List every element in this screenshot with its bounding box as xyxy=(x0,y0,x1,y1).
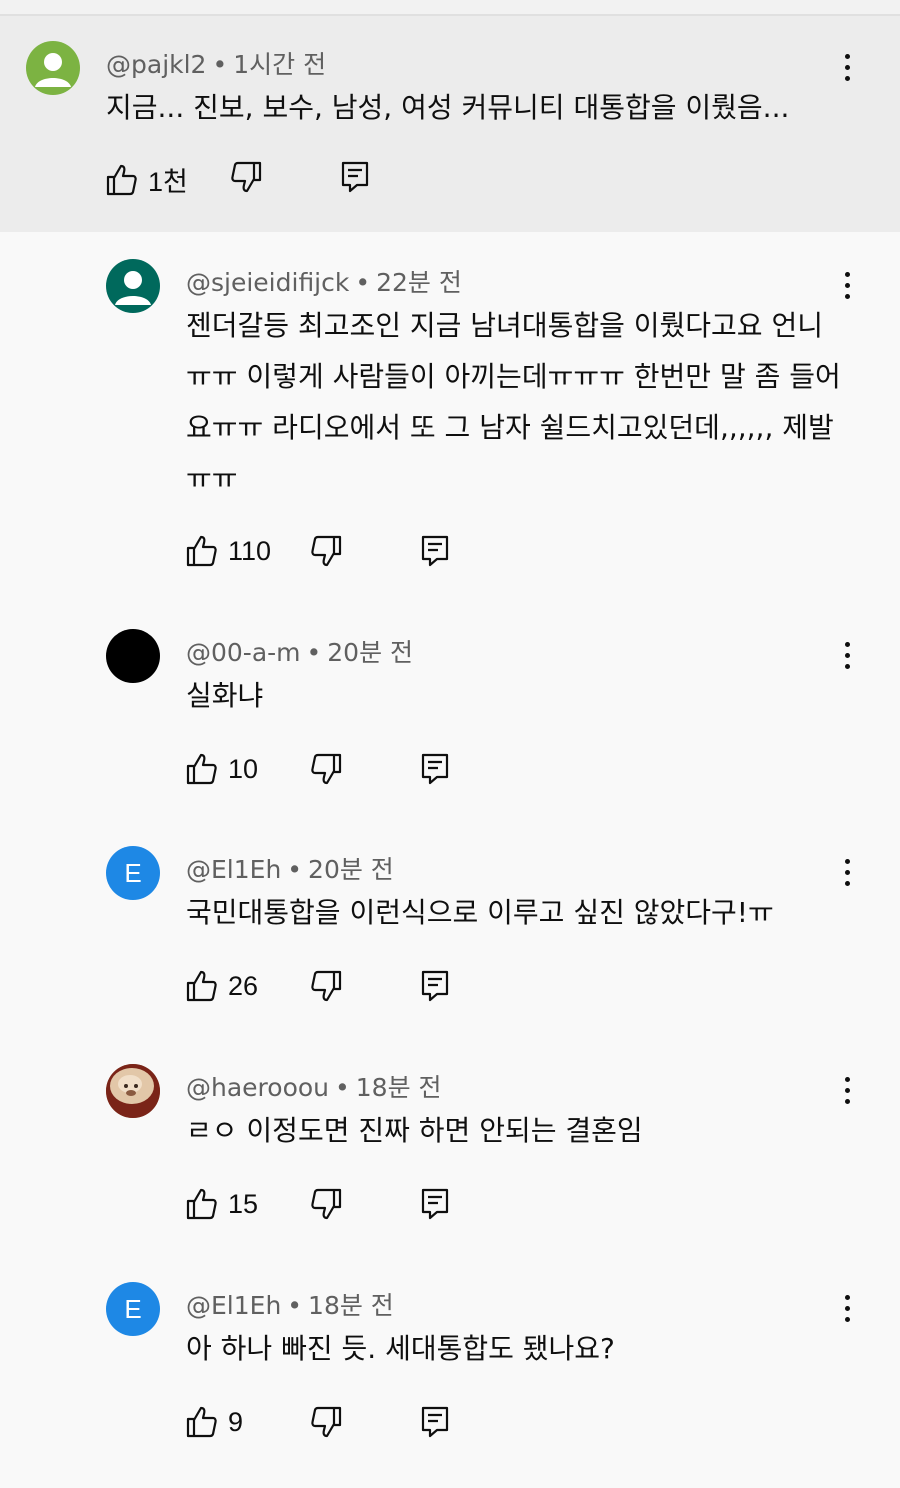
comment-meta: @El1Eh • 20분 전 xyxy=(186,855,394,884)
comment-actions: 110 xyxy=(186,534,486,574)
avatar-letter: E xyxy=(124,857,142,888)
dislike-button[interactable] xyxy=(310,1187,342,1221)
reply-button[interactable] xyxy=(340,160,370,194)
more-vertical-icon[interactable] xyxy=(832,1070,862,1110)
like-button[interactable]: 10 xyxy=(186,752,258,786)
timestamp[interactable]: 20분 전 xyxy=(308,855,394,884)
comment-text: 국민대통합을 이런식으로 이루고 싶진 않았다구!ㅠ xyxy=(186,896,774,929)
timestamp[interactable]: 18분 전 xyxy=(308,1291,394,1320)
comment-meta: @El1Eh • 18분 전 xyxy=(186,1291,394,1320)
username[interactable]: @haerooou xyxy=(186,1073,329,1102)
comment-actions: 26 xyxy=(186,969,486,1009)
avatar[interactable]: E xyxy=(106,846,160,900)
comment-meta: @00-a-m • 20분 전 xyxy=(186,638,414,667)
more-vertical-icon[interactable] xyxy=(832,47,862,87)
reply-icon xyxy=(421,1188,449,1220)
comment-reply: @00-a-m • 20분 전 실화냐 10 xyxy=(0,600,900,818)
comment-meta: @sjeieidifijck • 22분 전 xyxy=(186,268,462,297)
comment-actions: 10 xyxy=(186,752,486,792)
comment-text: 젠더갈등 최고조인 지금 남녀대통합을 이뤘다고요 언니 ㅠㅠ 이렇게 사람들이… xyxy=(186,309,841,495)
like-button[interactable]: 9 xyxy=(186,1405,243,1439)
top-divider xyxy=(0,0,900,16)
like-count: 15 xyxy=(228,1188,259,1219)
dislike-button[interactable] xyxy=(310,752,342,786)
thumbs-up-icon xyxy=(186,753,217,785)
like-button[interactable]: 15 xyxy=(186,1187,258,1221)
thumbs-up-icon xyxy=(186,1406,217,1438)
more-vertical-icon[interactable] xyxy=(832,852,862,892)
comment-text: 실화냐 xyxy=(186,679,264,712)
like-count: 10 xyxy=(228,753,259,784)
timestamp[interactable]: 22분 전 xyxy=(376,268,462,297)
like-button[interactable]: 26 xyxy=(186,969,258,1003)
profile-photo-icon xyxy=(106,1064,160,1118)
thumbs-down-icon xyxy=(311,753,342,785)
like-count: 1천 xyxy=(148,167,188,197)
comment-text: ㄹㅇ 이정도면 진짜 하면 안되는 결혼임 xyxy=(186,1114,643,1147)
comment-meta: @haerooou • 18분 전 xyxy=(186,1073,442,1102)
avatar[interactable] xyxy=(106,629,160,683)
avatar[interactable] xyxy=(26,41,80,95)
comment-reply: E @El1Eh • 20분 전 국민대통합을 이런식으로 이루고 싶진 않았다구!… xyxy=(0,818,900,1036)
thumbs-up-icon xyxy=(186,970,217,1002)
dislike-button[interactable] xyxy=(310,1405,342,1439)
timestamp[interactable]: 1시간 전 xyxy=(233,50,326,79)
thumbs-down-icon xyxy=(311,970,342,1002)
comment-actions: 9 xyxy=(186,1405,486,1445)
default-avatar-icon xyxy=(35,53,71,87)
avatar[interactable] xyxy=(106,1064,160,1118)
reply-button[interactable] xyxy=(420,534,450,568)
dislike-button[interactable] xyxy=(310,534,342,568)
timestamp[interactable]: 18분 전 xyxy=(356,1073,442,1102)
avatar[interactable] xyxy=(106,259,160,313)
reply-button[interactable] xyxy=(420,969,450,1003)
reply-button[interactable] xyxy=(420,1187,450,1221)
reply-button[interactable] xyxy=(420,1405,450,1439)
reply-icon xyxy=(421,535,449,567)
like-button[interactable]: 1천 xyxy=(106,160,188,199)
reply-icon xyxy=(421,753,449,785)
comment-text: 지금... 진보, 보수, 남성, 여성 커뮤니티 대통합을 이뤘음... xyxy=(106,91,790,124)
like-count: 110 xyxy=(228,535,272,566)
more-vertical-icon[interactable] xyxy=(832,1288,862,1328)
comment-actions: 1천 xyxy=(106,160,406,200)
like-button[interactable]: 110 xyxy=(186,534,271,568)
thumbs-up-icon xyxy=(186,1188,217,1220)
timestamp[interactable]: 20분 전 xyxy=(327,638,413,667)
comment-text: 아 하나 빠진 듯. 세대통합도 됐나요? xyxy=(186,1332,615,1365)
reply-icon xyxy=(341,161,369,193)
username[interactable]: @El1Eh xyxy=(186,1291,281,1320)
thumbs-up-icon xyxy=(186,535,217,567)
like-count: 9 xyxy=(228,1406,244,1437)
thumbs-up-icon xyxy=(106,164,137,195)
default-avatar-icon xyxy=(115,271,151,305)
thumbs-down-icon xyxy=(311,535,342,567)
username[interactable]: @pajkl2 xyxy=(106,50,206,79)
comment-meta: @pajkl2 • 1시간 전 xyxy=(106,50,327,79)
comment-reply: E @El1Eh • 18분 전 아 하나 빠진 듯. 세대통합도 됐나요? 9 xyxy=(0,1254,900,1488)
more-vertical-icon[interactable] xyxy=(832,635,862,675)
username[interactable]: @El1Eh xyxy=(186,855,281,884)
thumbs-down-icon xyxy=(311,1406,342,1438)
avatar[interactable]: E xyxy=(106,1282,160,1336)
reply-icon xyxy=(421,970,449,1002)
comment-thread: @pajkl2 • 1시간 전 지금... 진보, 보수, 남성, 여성 커뮤니티 … xyxy=(0,16,900,232)
username[interactable]: @sjeieidifijck xyxy=(186,268,349,297)
comment-reply: @sjeieidifijck • 22분 전 젠더갈등 최고조인 지금 남녀대통합을… xyxy=(0,232,900,600)
username[interactable]: @00-a-m xyxy=(186,638,301,667)
more-vertical-icon[interactable] xyxy=(832,265,862,305)
thumbs-down-icon xyxy=(311,1188,342,1220)
like-count: 26 xyxy=(228,970,259,1001)
thumbs-down-icon xyxy=(231,161,262,193)
dislike-button[interactable] xyxy=(230,160,262,194)
reply-icon xyxy=(421,1406,449,1438)
comment-reply: @haerooou • 18분 전 ㄹㅇ 이정도면 진짜 하면 안되는 결혼임 15 xyxy=(0,1036,900,1254)
reply-button[interactable] xyxy=(420,752,450,786)
comment-actions: 15 xyxy=(186,1187,486,1227)
dislike-button[interactable] xyxy=(310,969,342,1003)
avatar-letter: E xyxy=(124,1293,142,1324)
